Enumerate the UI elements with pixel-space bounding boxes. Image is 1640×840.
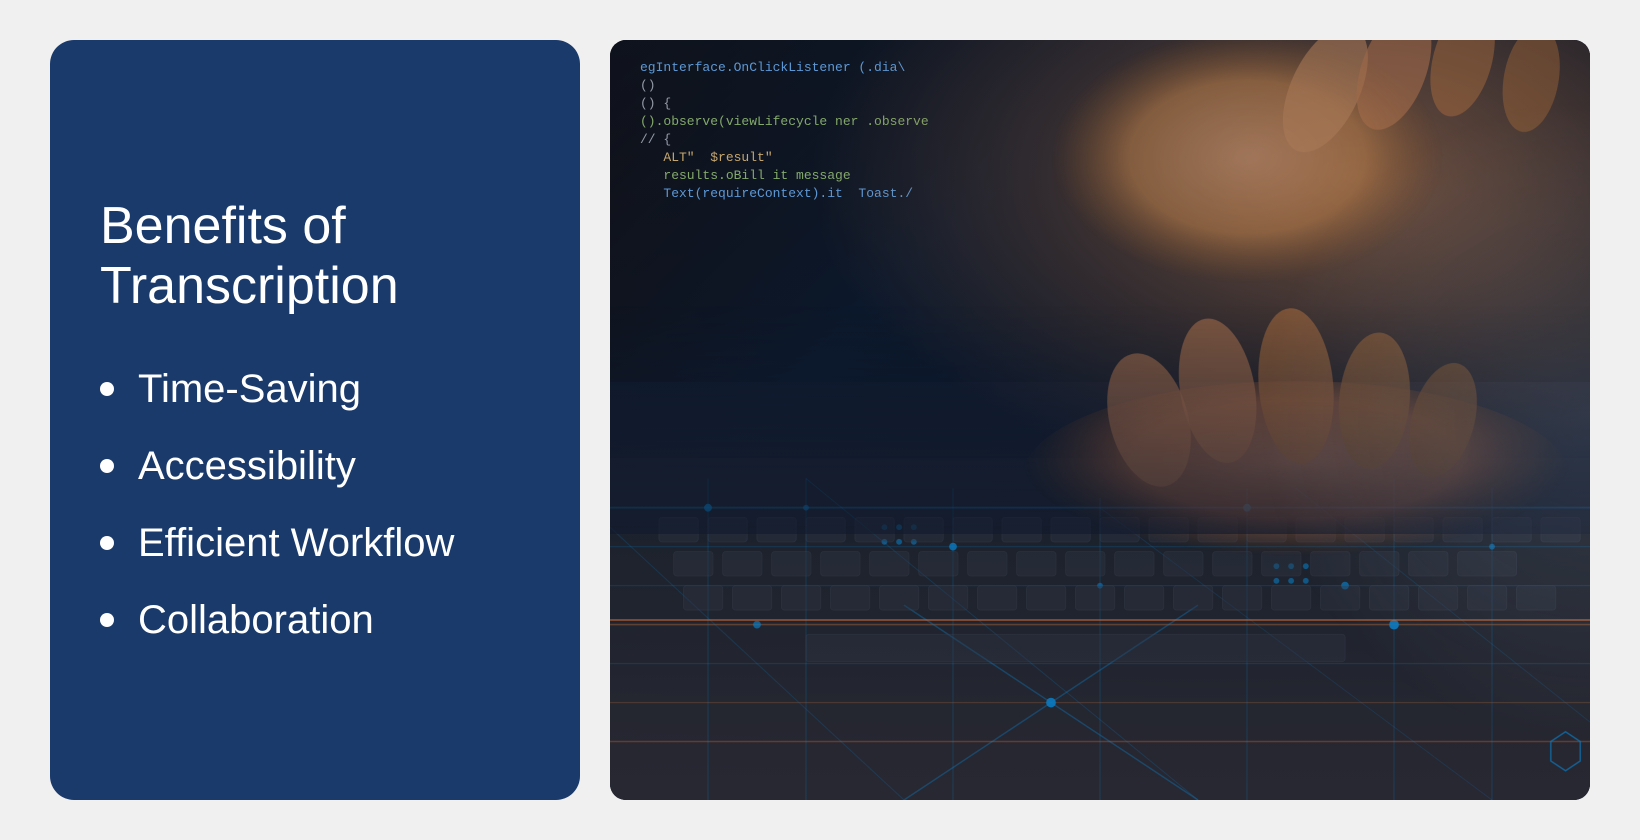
slide-container: Benefits of Transcription Time-Saving Ac… <box>50 30 1590 810</box>
bullet-dot <box>100 613 114 627</box>
benefit-efficient-workflow: Efficient Workflow <box>138 521 454 566</box>
list-item: Accessibility <box>100 444 530 489</box>
right-light <box>1198 40 1590 800</box>
left-panel: Benefits of Transcription Time-Saving Ac… <box>50 40 580 800</box>
benefit-collaboration: Collaboration <box>138 598 374 643</box>
benefit-time-saving: Time-Saving <box>138 367 361 412</box>
benefit-accessibility: Accessibility <box>138 444 356 489</box>
benefits-list: Time-Saving Accessibility Efficient Work… <box>100 367 530 643</box>
bullet-dot <box>100 382 114 396</box>
title-line2: Transcription <box>100 257 399 315</box>
tech-image: egInterface.OnClickListener (.dia\ () ()… <box>610 40 1590 800</box>
list-item: Time-Saving <box>100 367 530 412</box>
bullet-dot <box>100 459 114 473</box>
slide-title: Benefits of Transcription <box>100 197 530 317</box>
bullet-dot <box>100 536 114 550</box>
list-item: Collaboration <box>100 598 530 643</box>
title-line1: Benefits of <box>100 197 346 255</box>
list-item: Efficient Workflow <box>100 521 530 566</box>
right-panel: egInterface.OnClickListener (.dia\ () ()… <box>610 40 1590 800</box>
